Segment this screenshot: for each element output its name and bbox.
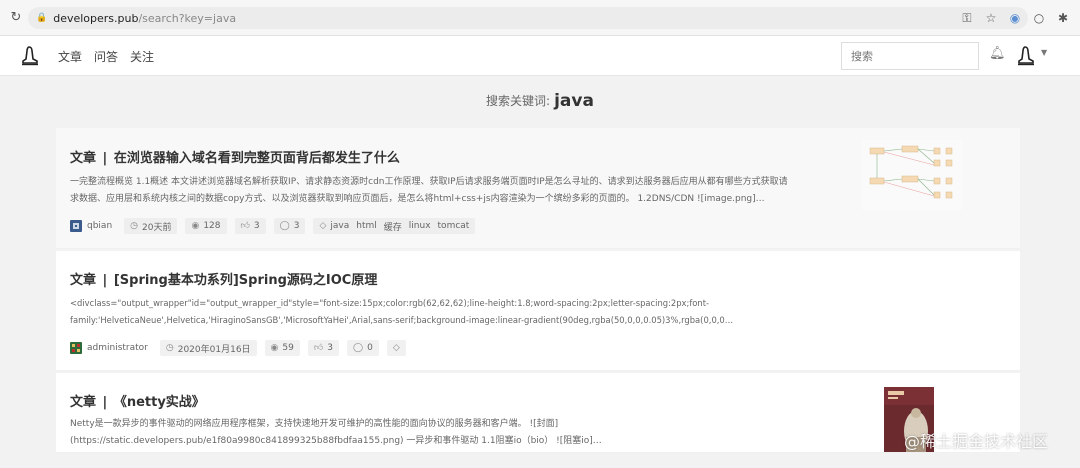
views-count: 59 — [282, 343, 294, 353]
result-title[interactable]: 文章 | [Spring基本功系列]Spring源码之IOC原理 — [70, 269, 377, 288]
views-chip: ◉ 59 — [264, 340, 300, 356]
result-title[interactable]: 文章 | 在浏览器输入域名看到完整页面背后都发生了什么 — [70, 147, 400, 166]
browser-action-icons: ⚿ ☆ ◉ ○ ✱ — [960, 7, 1080, 29]
result-thumbnail[interactable] — [862, 140, 962, 210]
extension-icon[interactable]: ◉ — [1008, 11, 1022, 25]
nav-articles[interactable]: 文章 — [58, 48, 82, 65]
comments-count: 0 — [367, 343, 373, 353]
likes-chip[interactable]: 👍︎ 3 — [307, 340, 339, 356]
comments-chip[interactable]: ◯ 0 — [347, 340, 379, 356]
lock-icon: 🔒 — [36, 13, 48, 23]
watermark: @稀土掘金技术社区 — [904, 432, 1049, 451]
excerpt-line: (https://static.developers.pub/e1f80a998… — [70, 436, 602, 446]
main-nav: 文章 问答 关注 — [58, 36, 154, 76]
result-title[interactable]: 文章 | 《netty实战》 — [70, 391, 205, 410]
reload-icon[interactable]: ↻ — [4, 10, 28, 25]
browser-toolbar: ↻ 🔒 developers.pub/search?key=java ⚿ ☆ ◉… — [0, 0, 1080, 36]
result-excerpt: Netty是一款异步的事件驱动的网络应用程序框架，支持快速地开发可维护的高性能的… — [70, 416, 850, 450]
result-type: 文章 — [70, 151, 97, 166]
key-icon[interactable]: ⚿ — [960, 11, 974, 26]
excerpt-line: Netty是一款异步的事件驱动的网络应用程序框架，支持快速地开发可维护的高性能的… — [70, 419, 559, 429]
search-keyword: java — [554, 90, 594, 111]
result-type: 文章 — [70, 273, 97, 288]
nav-following[interactable]: 关注 — [130, 48, 154, 65]
author-avatar — [70, 342, 82, 354]
search-keyword-label: 搜索关键词: — [486, 94, 551, 108]
result-title-text: 在浏览器输入域名看到完整页面背后都发生了什么 — [113, 151, 400, 166]
tag-icon: ◇ — [319, 221, 327, 231]
url-path: /search?key=java — [138, 11, 237, 25]
thumbs-up-icon: 👍︎ — [313, 343, 324, 353]
result-card[interactable]: 文章 | 《netty实战》 Netty是一款异步的事件驱动的网络应用程序框架，… — [56, 373, 1020, 453]
result-meta: administrator ◷ 2020年01月16日 ◉ 59 👍︎ 3 ◯ 0 ◇ — [70, 340, 414, 356]
views-chip: ◉ 128 — [185, 218, 227, 234]
tag[interactable]: tomcat — [438, 221, 470, 231]
puzzle-icon[interactable]: ✱ — [1056, 11, 1070, 25]
chevron-down-icon[interactable]: ▼ — [1041, 48, 1047, 57]
result-title-text: 《netty实战》 — [113, 395, 205, 410]
result-excerpt: 一完整流程概览 1.1概述 本文讲述浏览器域名解析获取IP、请求静态资源时cdn… — [70, 174, 830, 208]
search-input[interactable] — [841, 42, 979, 70]
tags-chip: ◇ — [386, 340, 406, 356]
thumbs-up-icon: 👍︎ — [240, 221, 250, 231]
time-text: 2020年01月16日 — [177, 344, 251, 355]
result-meta: qbian ◷ 20天前 ◉ 128 👍︎ 3 ◯ 3 ◇ java html 缓存 l… — [70, 218, 483, 234]
site-header: 文章 问答 关注 🔔︎ ▼ — [0, 36, 1080, 76]
nav-questions[interactable]: 问答 — [94, 48, 118, 65]
excerpt-line: 求数据、应用层和系统内核之间的数据copy方式、以及浏览器获取到响应页面后，是怎… — [70, 194, 765, 204]
comments-count: 3 — [293, 221, 300, 231]
likes-count: 3 — [327, 343, 333, 353]
star-icon[interactable]: ☆ — [984, 11, 998, 25]
views-count: 128 — [203, 221, 221, 231]
excerpt-line: family:'HelveticaNeue',Helvetica,'Hiragi… — [70, 315, 734, 325]
tag[interactable]: java — [330, 221, 349, 231]
author-name[interactable]: administrator — [87, 343, 148, 353]
circle-extension-icon[interactable]: ○ — [1032, 11, 1046, 25]
time-chip: ◷ 20天前 — [124, 218, 178, 234]
eye-icon: ◉ — [191, 221, 200, 231]
tag-icon: ◇ — [392, 343, 400, 353]
tags-chip: ◇ java html 缓存 linux tomcat — [313, 218, 476, 234]
tag[interactable]: 缓存 — [384, 220, 402, 233]
comments-chip[interactable]: ◯ 3 — [273, 218, 306, 234]
tag[interactable]: linux — [409, 221, 431, 231]
search-results: 文章 | 在浏览器输入域名看到完整页面背后都发生了什么 一完整流程概览 1.1概… — [56, 128, 1020, 453]
excerpt-line: <divclass="output_wrapper"id="output_wra… — [70, 298, 710, 308]
comment-icon: ◯ — [279, 221, 290, 231]
bell-icon[interactable]: 🔔︎ — [989, 46, 1006, 61]
likes-chip[interactable]: 👍︎ 3 — [234, 218, 266, 234]
result-excerpt: <divclass="output_wrapper"id="output_wra… — [70, 295, 1000, 329]
eye-icon: ◉ — [270, 343, 279, 353]
site-logo[interactable] — [20, 44, 40, 66]
author-avatar — [70, 220, 82, 232]
comment-icon: ◯ — [353, 343, 364, 353]
result-type: 文章 — [70, 395, 97, 410]
clock-icon: ◷ — [130, 221, 139, 231]
user-avatar[interactable] — [1016, 44, 1036, 66]
tag[interactable]: html — [356, 221, 377, 231]
time-chip: ◷ 2020年01月16日 — [159, 340, 257, 356]
excerpt-line: 一完整流程概览 1.1概述 本文讲述浏览器域名解析获取IP、请求静态资源时cdn… — [70, 177, 788, 187]
likes-count: 3 — [253, 221, 260, 231]
result-card[interactable]: 文章 | [Spring基本功系列]Spring源码之IOC原理 <divcla… — [56, 251, 1020, 371]
clock-icon: ◷ — [165, 343, 174, 353]
author-name[interactable]: qbian — [87, 221, 112, 231]
result-title-text: [Spring基本功系列]Spring源码之IOC原理 — [113, 273, 378, 288]
result-card[interactable]: 文章 | 在浏览器输入域名看到完整页面背后都发生了什么 一完整流程概览 1.1概… — [56, 128, 1020, 249]
search-heading: 搜索关键词: java — [0, 90, 1080, 111]
time-text: 20天前 — [142, 222, 172, 233]
address-bar[interactable]: 🔒 developers.pub/search?key=java — [28, 7, 1028, 29]
url-host: developers.pub — [53, 11, 139, 25]
